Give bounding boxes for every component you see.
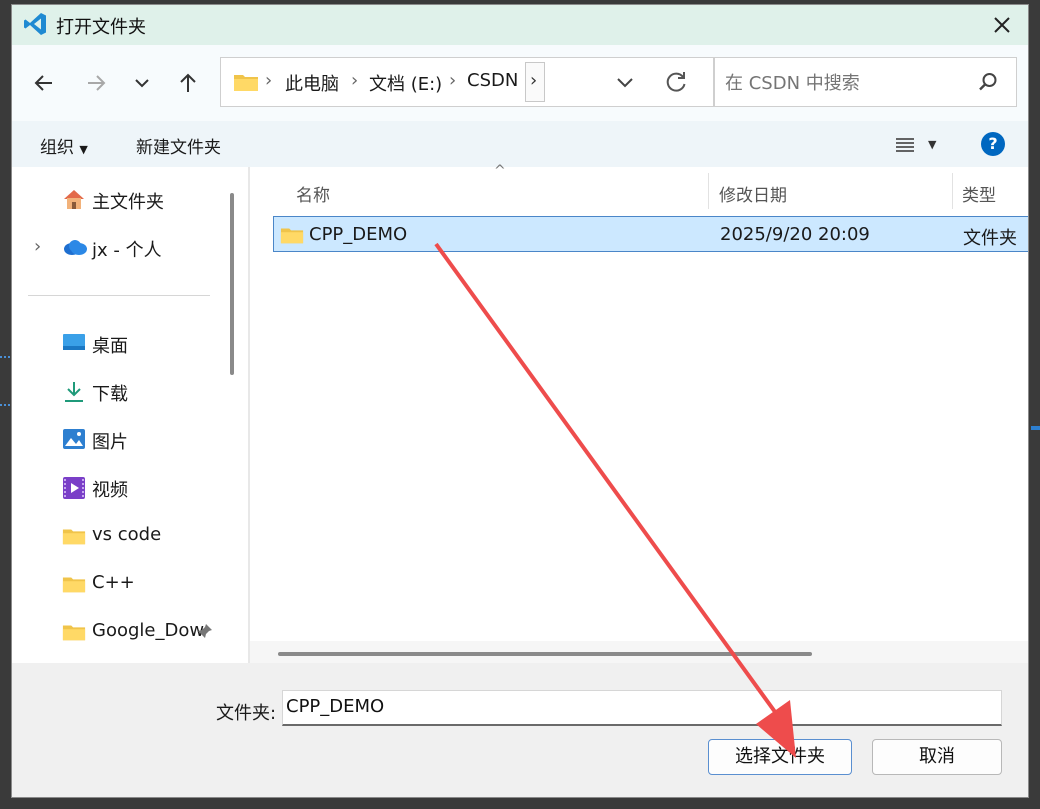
onedrive-cloud-icon [64,240,87,255]
sidebar-item-label: C++ [92,572,135,593]
help-icon[interactable]: ? [981,132,1005,156]
chevron-right-icon: › [530,70,538,91]
breadcrumb-this-pc[interactable]: 此电脑 [285,70,339,96]
folder-icon [234,75,258,91]
pin-icon[interactable] [196,622,214,640]
dialog-title: 打开文件夹 [56,17,146,38]
organize-menu-button[interactable]: 组织 ▼ [40,133,88,158]
sidebar-divider [28,295,210,296]
desktop-icon [63,334,85,350]
sidebar-item-label: 视频 [92,480,128,501]
column-divider[interactable] [952,173,953,209]
organize-label: 组织 [40,138,74,158]
column-header-type[interactable]: 类型 [962,181,996,206]
view-options-caret-icon[interactable]: ▼ [928,138,936,151]
address-dropdown-chevron-icon[interactable] [613,70,637,94]
folder-icon [62,625,86,641]
vscode-logo-icon [24,13,46,35]
background-fragment [0,356,10,360]
pictures-icon [63,429,85,449]
file-date: 2025/9/20 20:09 [720,224,870,245]
background-fragment [1031,426,1040,430]
expand-chevron-icon[interactable]: › [34,236,41,257]
column-header-date[interactable]: 修改日期 [719,181,787,206]
breadcrumb-csdn[interactable]: CSDN [467,70,518,91]
sidebar-item-label: 下载 [92,384,128,405]
pane-splitter[interactable] [248,167,250,663]
folder-icon [280,228,304,244]
folder-field-label: 文件夹: [216,703,277,724]
horizontal-scrollbar[interactable] [278,652,812,656]
background-fragment [0,404,10,408]
breadcrumb-expand-button[interactable]: › [525,62,545,102]
breadcrumb-separator: › [265,70,273,91]
search-box[interactable] [714,57,1017,107]
sidebar-item-label: 主文件夹 [92,192,164,213]
close-icon[interactable] [988,11,1016,39]
sidebar-item-label: 图片 [92,432,128,453]
forward-arrow-icon[interactable] [80,67,112,99]
caret-down-icon: ▼ [79,143,88,156]
breadcrumb-separator: › [351,70,359,91]
file-name: CPP_DEMO [309,224,408,245]
new-folder-button[interactable]: 新建文件夹 [136,133,221,158]
sidebar-item-label: Google_Dow [92,620,205,641]
refresh-icon[interactable] [663,69,689,95]
file-list-pane: ^ 名称 修改日期 类型 CPP_DEMO 2025/9/20 20:09 文件… [250,163,1028,663]
sort-ascending-icon: ^ [494,163,506,179]
search-input[interactable] [723,68,967,98]
breadcrumb-separator: › [449,70,457,91]
address-bar[interactable]: › 此电脑 › 文档 (E:) › CSDN › [220,57,714,107]
dialog-footer: 文件夹: CPP_DEMO 选择文件夹 取消 [12,663,1028,797]
home-icon [64,190,84,209]
column-header-name[interactable]: 名称 [296,181,330,206]
cancel-button[interactable]: 取消 [872,739,1002,775]
search-icon[interactable] [977,71,999,93]
back-arrow-icon[interactable] [28,67,60,99]
sidebar-item-label: vs code [92,524,162,545]
breadcrumb-documents-drive[interactable]: 文档 (E:) [369,70,442,96]
sidebar-item-label: jx - 个人 [92,240,162,261]
download-icon [65,382,83,402]
folder-icon [62,577,86,593]
folder-icon [62,529,86,545]
navigation-bar: › 此电脑 › 文档 (E:) › CSDN › [12,45,1028,121]
up-arrow-icon[interactable] [172,67,204,99]
sidebar-item-label: 桌面 [92,336,128,357]
sidebar-scrollbar[interactable] [230,193,234,375]
folder-name-field[interactable]: CPP_DEMO [282,690,1002,726]
videos-icon [63,477,85,499]
recent-locations-chevron-icon[interactable] [126,67,158,99]
view-options-icon[interactable] [894,135,916,155]
navigation-pane: 主文件夹 › jx - 个人 桌面 下载 图片 视频 vs code C++ G… [12,167,262,663]
file-row-selected[interactable]: CPP_DEMO 2025/9/20 20:09 文件夹 [273,216,1028,252]
select-folder-button[interactable]: 选择文件夹 [708,739,852,775]
column-divider[interactable] [708,173,709,209]
folder-name-value: CPP_DEMO [286,696,385,717]
title-bar: 打开文件夹 [12,5,1028,45]
command-bar: 组织 ▼ 新建文件夹 ▼ ? [12,121,1028,168]
open-folder-dialog: 打开文件夹 › 此电脑 › 文档 (E:) › CSDN › 在 CSDN 中搜… [11,4,1029,798]
file-type: 文件夹 [963,228,1017,249]
